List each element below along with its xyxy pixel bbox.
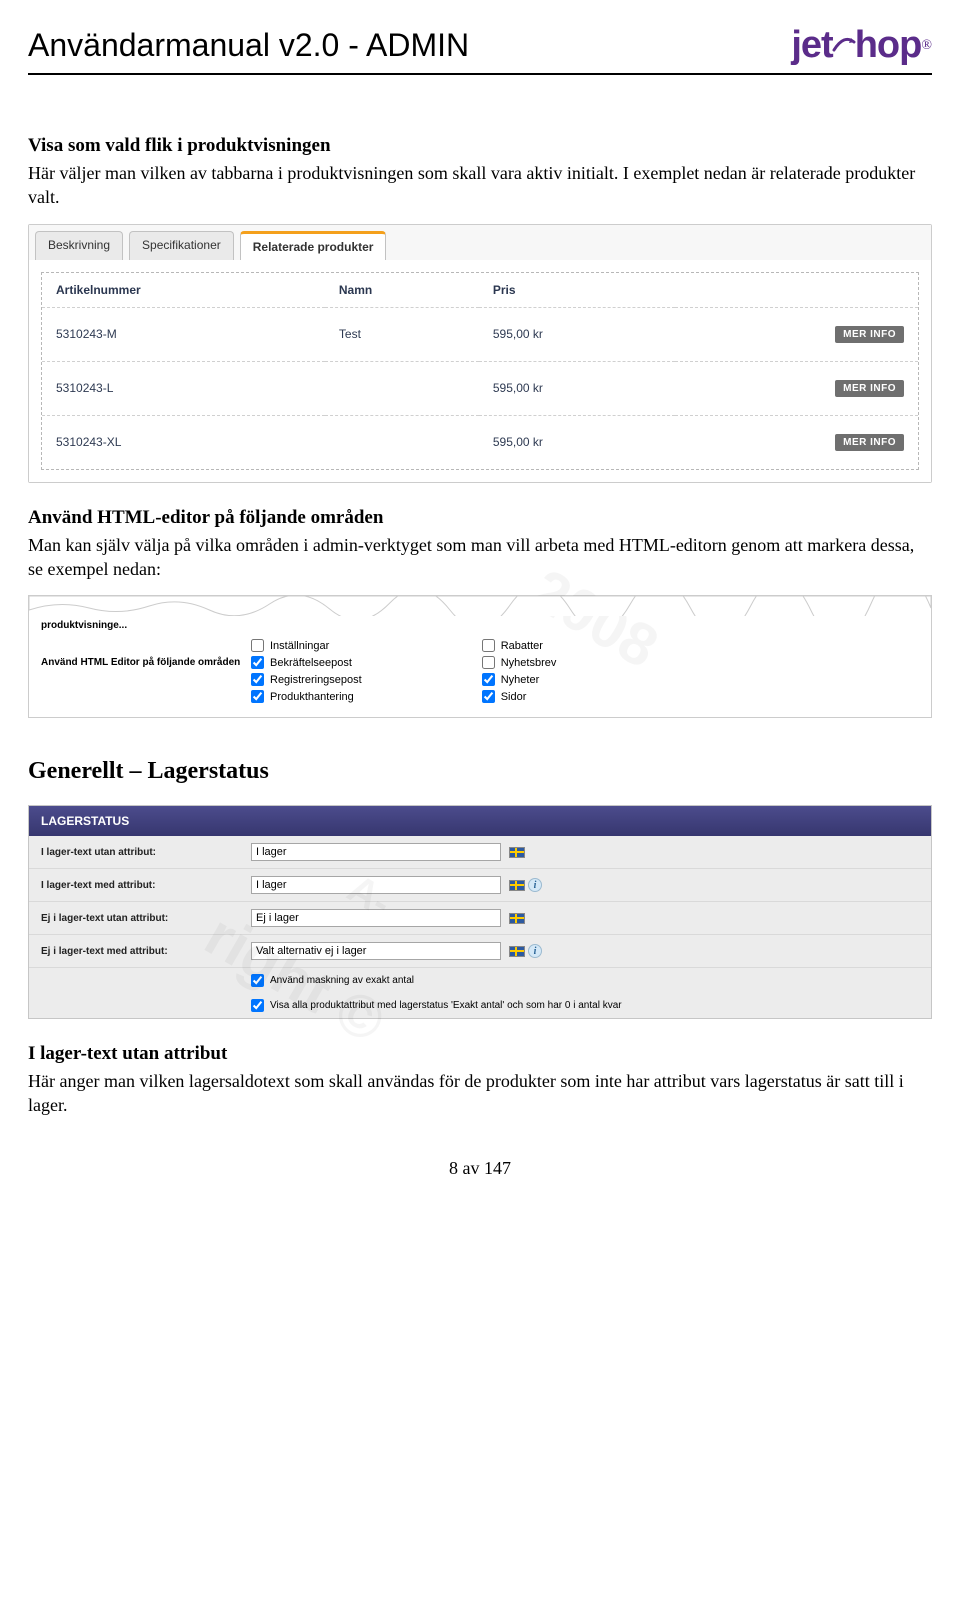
checkbox-label: Inställningar bbox=[270, 640, 329, 652]
flag-se-icon[interactable] bbox=[509, 847, 525, 858]
section1-body: Här väljer man vilken av tabbarna i prod… bbox=[28, 161, 932, 210]
checkbox-label: Nyheter bbox=[501, 674, 540, 686]
col-pris: Pris bbox=[479, 273, 675, 308]
checkbox-input[interactable] bbox=[482, 673, 495, 686]
mer-info-button[interactable]: MER INFO bbox=[835, 434, 904, 451]
tab-beskrivning[interactable]: Beskrivning bbox=[35, 231, 123, 260]
logo-registered: ® bbox=[921, 38, 932, 54]
section4-body: Här anger man vilken lagersaldotext som … bbox=[28, 1069, 932, 1118]
checkbox-installningar[interactable]: Inställningar bbox=[251, 639, 362, 652]
cell-price: 595,00 kr bbox=[479, 415, 675, 469]
col-namn: Namn bbox=[325, 273, 479, 308]
page-title: Användarmanual v2.0 - ADMIN bbox=[28, 27, 469, 64]
info-icon[interactable]: i bbox=[528, 878, 542, 892]
checkbox-input[interactable] bbox=[251, 690, 264, 703]
checkbox-input[interactable] bbox=[251, 639, 264, 652]
html-editor-panel: produktvisninge... Använd HTML Editor på… bbox=[28, 595, 932, 718]
tab-relaterade-produkter[interactable]: Relaterade produkter bbox=[240, 231, 387, 260]
checkbox-nyheter[interactable]: Nyheter bbox=[482, 673, 557, 686]
table-row: 5310243-M Test 595,00 kr MER INFO bbox=[42, 307, 918, 361]
related-products-table: Artikelnummer Namn Pris 5310243-M Test 5… bbox=[42, 273, 918, 469]
checkbox-label: Registreringsepost bbox=[270, 674, 362, 686]
lager-row-i-lager-utan: I lager-text utan attribut: bbox=[29, 836, 931, 869]
checkbox-bekraftelseepost[interactable]: Bekräftelseepost bbox=[251, 656, 362, 669]
info-icon[interactable]: i bbox=[528, 944, 542, 958]
lager-row-i-lager-med: I lager-text med attribut: i bbox=[29, 869, 931, 902]
section2-heading: Använd HTML-editor på följande områden bbox=[28, 507, 932, 529]
lagerstatus-header: LAGERSTATUS bbox=[29, 806, 931, 836]
cell-price: 595,00 kr bbox=[479, 307, 675, 361]
lager-input[interactable] bbox=[251, 942, 501, 960]
col-artikelnummer: Artikelnummer bbox=[42, 273, 325, 308]
checkbox-sidor[interactable]: Sidor bbox=[482, 690, 557, 703]
section1-heading: Visa som vald flik i produktvisningen bbox=[28, 135, 932, 157]
cell-artno: 5310243-L bbox=[42, 361, 325, 415]
logo-text: jet bbox=[791, 24, 832, 67]
lager-label: Ej i lager-text med attribut: bbox=[41, 946, 251, 957]
checkbox-label: Nyhetsbrev bbox=[501, 657, 557, 669]
checkbox-label: Produkthantering bbox=[270, 691, 354, 703]
lager-row-ej-i-lager-utan: Ej i lager-text utan attribut: bbox=[29, 902, 931, 935]
checkbox-produkthantering[interactable]: Produkthantering bbox=[251, 690, 362, 703]
checkbox-rabatter[interactable]: Rabatter bbox=[482, 639, 557, 652]
flag-se-icon[interactable] bbox=[509, 880, 525, 891]
table-row: 5310243-XL 595,00 kr MER INFO bbox=[42, 415, 918, 469]
checkbox-label: Bekräftelseepost bbox=[270, 657, 352, 669]
checkbox-input[interactable] bbox=[251, 999, 264, 1012]
cell-name bbox=[325, 361, 479, 415]
checkbox-label: Använd maskning av exakt antal bbox=[270, 975, 414, 986]
checkbox-nyhetsbrev[interactable]: Nyhetsbrev bbox=[482, 656, 557, 669]
checkbox-input[interactable] bbox=[251, 656, 264, 669]
lager-row-ej-i-lager-med: Ej i lager-text med attribut: i bbox=[29, 935, 931, 968]
cell-price: 595,00 kr bbox=[479, 361, 675, 415]
tab-specifikationer[interactable]: Specifikationer bbox=[129, 231, 234, 260]
checkbox-column-2: Rabatter Nyhetsbrev Nyheter Sidor bbox=[482, 639, 557, 703]
checkbox-input[interactable] bbox=[251, 673, 264, 686]
editor-side-label: Använd HTML Editor på följande områden bbox=[41, 639, 251, 703]
mer-info-button[interactable]: MER INFO bbox=[835, 380, 904, 397]
checkbox-label: Visa alla produktattribut med lagerstatu… bbox=[270, 1000, 622, 1011]
lager-check-maskning[interactable]: Använd maskning av exakt antal bbox=[29, 968, 931, 993]
lager-label: I lager-text med attribut: bbox=[41, 880, 251, 891]
tabs-panel: Beskrivning Specifikationer Relaterade p… bbox=[28, 224, 932, 483]
flag-se-icon[interactable] bbox=[509, 913, 525, 924]
checkbox-column-1: Inställningar Bekräftelseepost Registrer… bbox=[251, 639, 362, 703]
cell-artno: 5310243-M bbox=[42, 307, 325, 361]
lager-input[interactable] bbox=[251, 843, 501, 861]
torn-edge-icon bbox=[29, 596, 931, 616]
section4-heading: I lager-text utan attribut bbox=[28, 1043, 932, 1065]
lager-label: I lager-text utan attribut: bbox=[41, 847, 251, 858]
checkbox-input[interactable] bbox=[251, 974, 264, 987]
lagerstatus-panel: LAGERSTATUS I lager-text utan attribut: … bbox=[28, 805, 932, 1019]
lager-input[interactable] bbox=[251, 876, 501, 894]
logo: jet hop ® bbox=[791, 24, 932, 67]
editor-top-label: produktvisninge... bbox=[29, 616, 931, 633]
checkbox-input[interactable] bbox=[482, 656, 495, 669]
section2-body: Man kan själv välja på vilka områden i a… bbox=[28, 533, 932, 582]
page-number: 8 av 147 bbox=[28, 1158, 932, 1179]
lager-input[interactable] bbox=[251, 909, 501, 927]
editor-body: Använd HTML Editor på följande områden I… bbox=[29, 633, 931, 717]
checkbox-label: Sidor bbox=[501, 691, 527, 703]
logo-text-2: hop bbox=[855, 24, 922, 67]
related-products-box: Artikelnummer Namn Pris 5310243-M Test 5… bbox=[41, 272, 919, 470]
checkbox-input[interactable] bbox=[482, 690, 495, 703]
lager-label: Ej i lager-text utan attribut: bbox=[41, 913, 251, 924]
section3-title: Generellt – Lagerstatus bbox=[28, 758, 932, 785]
checkbox-input[interactable] bbox=[482, 639, 495, 652]
cell-artno: 5310243-XL bbox=[42, 415, 325, 469]
checkbox-label: Rabatter bbox=[501, 640, 543, 652]
logo-arrow-icon bbox=[830, 28, 858, 64]
cell-name bbox=[325, 415, 479, 469]
table-row: 5310243-L 595,00 kr MER INFO bbox=[42, 361, 918, 415]
flag-se-icon[interactable] bbox=[509, 946, 525, 957]
checkbox-registreringsepost[interactable]: Registreringsepost bbox=[251, 673, 362, 686]
tab-strip: Beskrivning Specifikationer Relaterade p… bbox=[29, 225, 931, 260]
cell-name: Test bbox=[325, 307, 479, 361]
page-header: Användarmanual v2.0 - ADMIN jet hop ® bbox=[28, 24, 932, 75]
tab-content: Artikelnummer Namn Pris 5310243-M Test 5… bbox=[29, 260, 931, 482]
mer-info-button[interactable]: MER INFO bbox=[835, 326, 904, 343]
lager-check-visa-attribut[interactable]: Visa alla produktattribut med lagerstatu… bbox=[29, 993, 931, 1018]
